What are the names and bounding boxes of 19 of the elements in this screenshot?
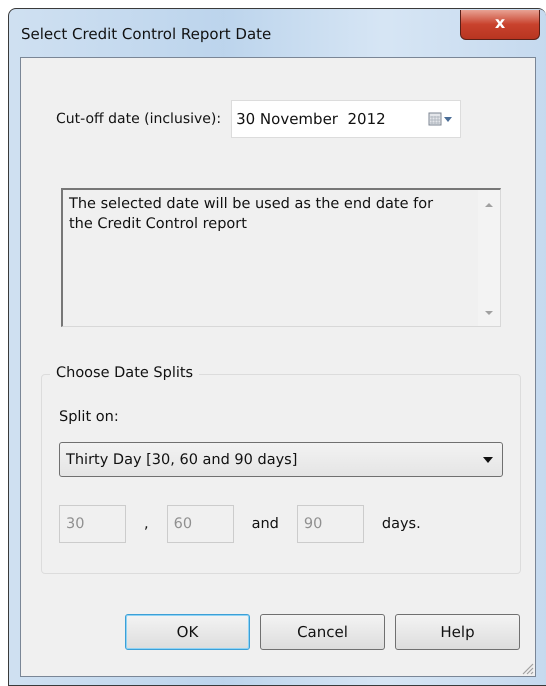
group-title: Choose Date Splits xyxy=(50,365,200,381)
field-separator-text: days. xyxy=(382,516,421,532)
split-on-label: Split on: xyxy=(59,409,120,425)
description-text-area[interactable]: The selected date will be used as the end date for the Credit Control report xyxy=(61,188,501,327)
dialog-button[interactable]: Help xyxy=(395,614,520,650)
date-picker-field[interactable]: 30 November 2012 xyxy=(231,100,462,138)
calendar-dropdown-icon[interactable] xyxy=(428,111,454,127)
cutoff-label: Cut-off date (inclusive): xyxy=(56,111,222,127)
scroll-up-icon[interactable] xyxy=(484,202,494,208)
split-dropdown[interactable]: Thirty Day [30, 60 and 90 days] xyxy=(59,442,503,477)
scroll-down-icon[interactable] xyxy=(484,310,494,316)
dropdown-arrow-icon[interactable] xyxy=(482,456,494,464)
close-button[interactable]: x xyxy=(460,10,540,40)
dialog-button[interactable]: OK xyxy=(125,614,250,650)
window-title: Select Credit Control Report Date xyxy=(21,25,272,43)
resize-grip-icon[interactable] xyxy=(520,661,534,675)
field-separator-text: , xyxy=(144,516,149,532)
dialog-button[interactable]: Cancel xyxy=(260,614,385,650)
field-separator-text: and xyxy=(252,516,279,532)
